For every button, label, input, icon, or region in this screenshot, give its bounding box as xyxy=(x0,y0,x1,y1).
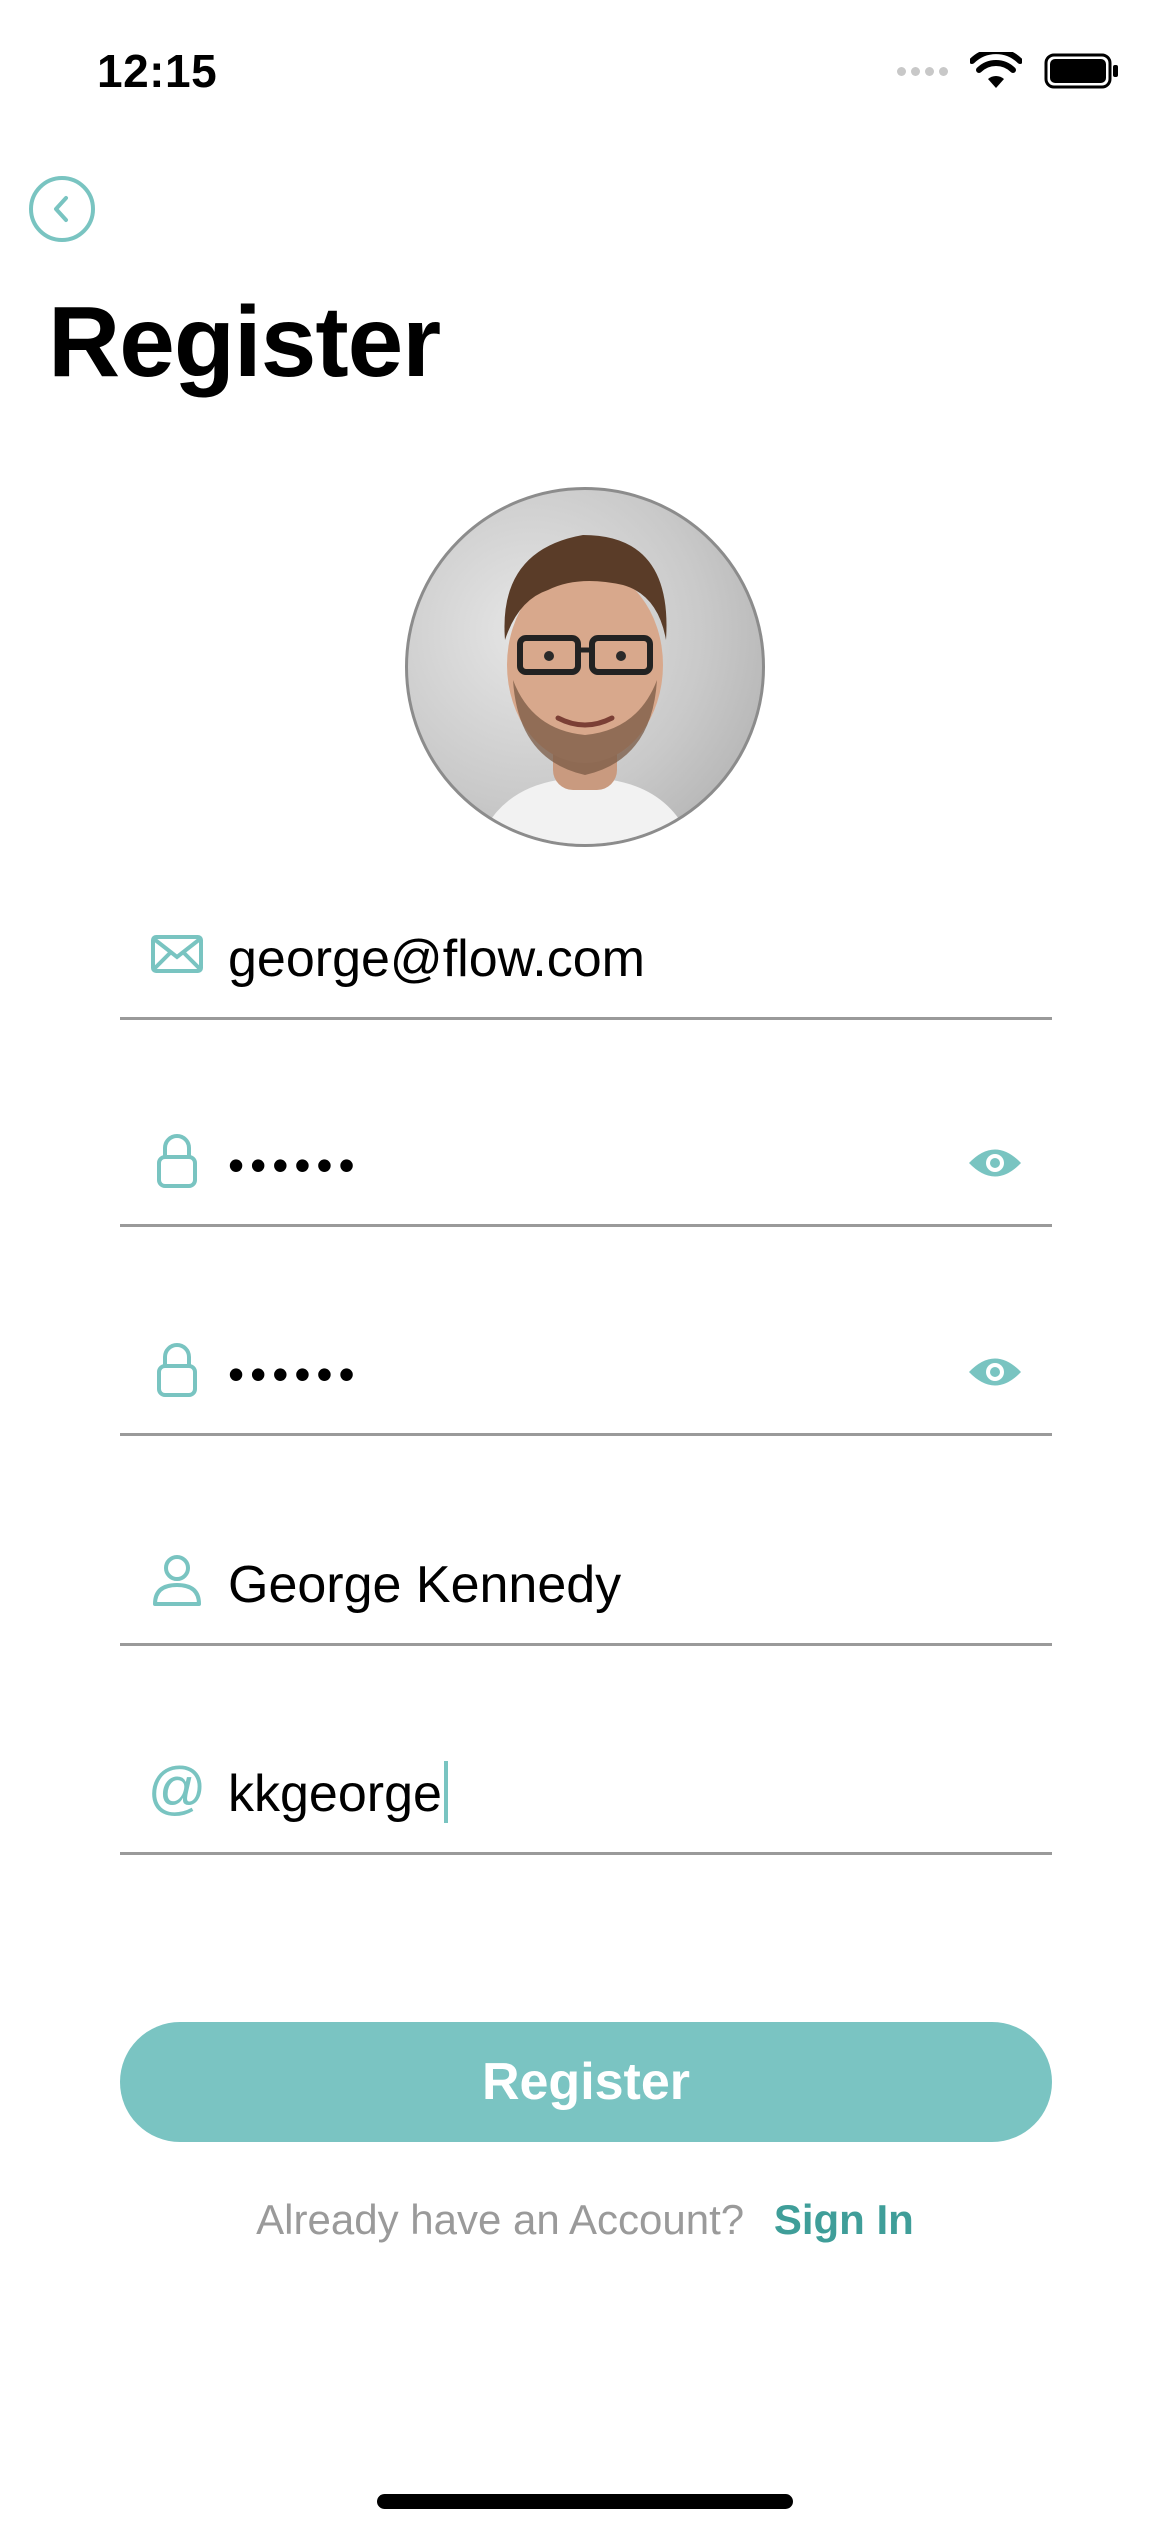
eye-icon[interactable] xyxy=(966,1142,1024,1184)
text-caret xyxy=(443,1761,448,1823)
signin-link[interactable]: Sign In xyxy=(774,2196,914,2243)
username-value: kkgeorge xyxy=(228,1761,448,1824)
eye-icon[interactable] xyxy=(966,1351,1024,1393)
email-value: george@flow.com xyxy=(228,930,645,988)
confirm-password-value: •••••• xyxy=(228,1348,361,1400)
status-icons xyxy=(897,52,1120,90)
confirm-password-field[interactable]: •••••• xyxy=(120,1306,1052,1436)
status-time: 12:15 xyxy=(97,45,218,97)
signin-row: Already have an Account? Sign In xyxy=(0,2196,1170,2244)
avatar-photo xyxy=(478,535,692,844)
status-bar: 12:15 xyxy=(0,0,1170,150)
lock-icon xyxy=(148,1341,206,1399)
full-name-field[interactable]: George Kennedy xyxy=(120,1516,1052,1646)
envelope-icon xyxy=(148,925,206,983)
back-button[interactable] xyxy=(29,176,95,242)
at-icon: @ xyxy=(147,1756,207,1821)
home-indicator[interactable] xyxy=(377,2494,793,2509)
battery-icon xyxy=(1044,53,1118,89)
avatar[interactable] xyxy=(405,487,765,847)
username-field[interactable]: @ kkgeorge xyxy=(120,1725,1052,1855)
chevron-left-icon xyxy=(54,196,68,222)
signin-prompt: Already have an Account? xyxy=(256,2196,745,2243)
email-field[interactable]: george@flow.com xyxy=(120,890,1052,1020)
full-name-value: George Kennedy xyxy=(228,1556,622,1614)
page-title: Register xyxy=(48,286,441,398)
user-icon xyxy=(148,1551,206,1609)
username-text: kkgeorge xyxy=(228,1765,442,1823)
lock-icon xyxy=(148,1132,206,1190)
password-field[interactable]: •••••• xyxy=(120,1097,1052,1227)
cellular-signal-icon xyxy=(897,66,948,76)
register-button[interactable]: Register xyxy=(120,2022,1052,2142)
password-value: •••••• xyxy=(228,1139,361,1191)
wifi-icon xyxy=(970,52,1022,88)
